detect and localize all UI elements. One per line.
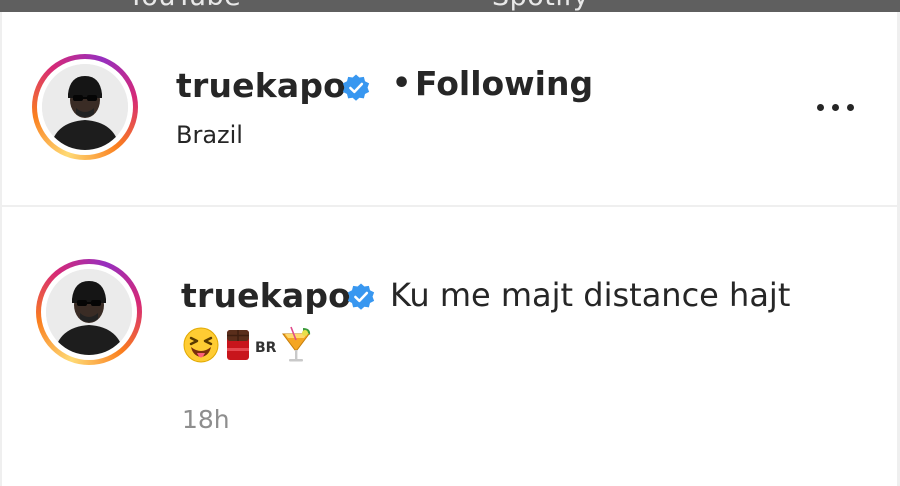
verified-badge-icon (347, 283, 375, 310)
caption-username[interactable]: truekapo (181, 276, 351, 315)
header-divider (0, 205, 900, 207)
more-options-icon[interactable] (808, 92, 864, 122)
avatar-person-icon (46, 269, 132, 355)
verified-badge-icon (342, 74, 370, 101)
tropical-drink-emoji (282, 326, 311, 362)
post-location[interactable]: Brazil (176, 121, 243, 149)
top-nav-link-youtube[interactable]: YouTube (128, 0, 241, 12)
squinting-face-with-tongue-emoji (183, 327, 219, 363)
post-panel: YouTube Spotify truekapo (0, 0, 900, 486)
caption-text: Ku me majt distance hajt (390, 276, 791, 314)
chocolate-bar-emoji (227, 330, 249, 360)
caption-br-text: BR (255, 340, 277, 356)
top-nav-strip: YouTube Spotify (0, 0, 900, 12)
separator-dot: • (392, 66, 412, 101)
post-header: truekapo • Following Brazil (0, 12, 900, 205)
post-timestamp[interactable]: 18h (182, 405, 230, 434)
top-nav-link-spotify[interactable]: Spotify (492, 0, 589, 12)
avatar-photo (42, 64, 128, 150)
avatar-person-icon (42, 64, 128, 150)
caption-avatar-photo (46, 269, 132, 355)
post-author-username[interactable]: truekapo (176, 66, 346, 105)
caption-avatar[interactable] (36, 259, 142, 365)
caption-emoji-line: BR (182, 325, 313, 365)
profile-avatar[interactable] (32, 54, 138, 160)
following-button[interactable]: Following (415, 64, 593, 103)
